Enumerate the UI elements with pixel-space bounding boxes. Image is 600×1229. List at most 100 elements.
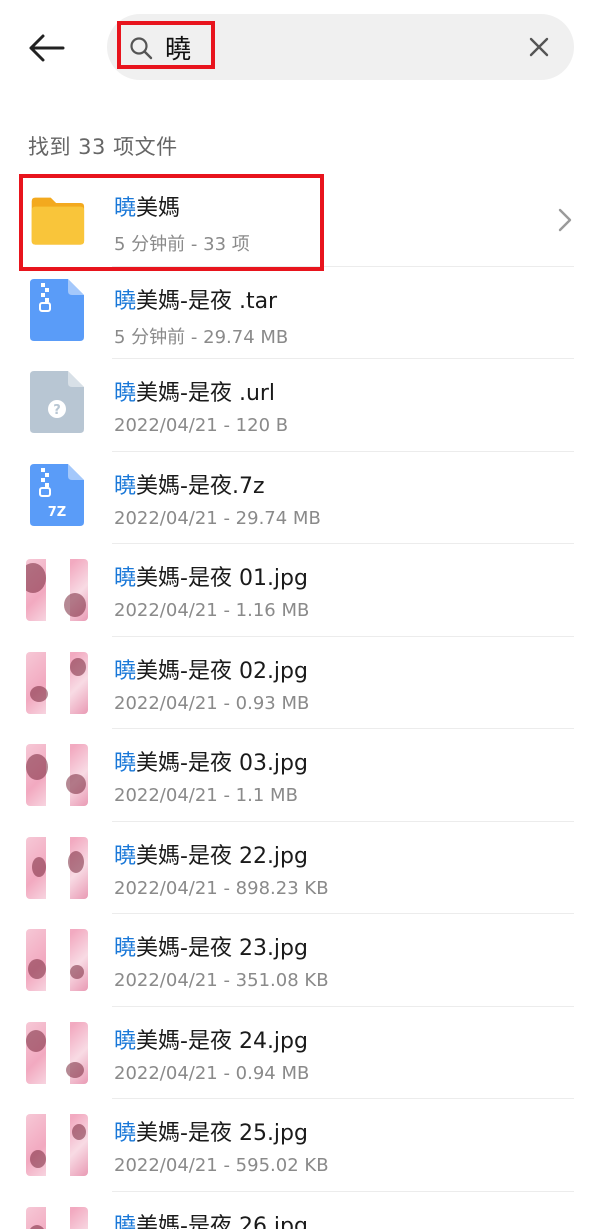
file-name-rest: 美媽-是夜 .url [136, 381, 276, 406]
svg-text:7Z: 7Z [48, 505, 66, 520]
search-match-highlight: 曉 [114, 936, 137, 961]
file-name-rest: 美媽-是夜 26.jpg [136, 1213, 308, 1229]
file-name-rest: 美媽-是夜 01.jpg [136, 566, 308, 591]
search-match-highlight: 曉 [114, 843, 137, 869]
file-row[interactable]: 曉美媽-是夜 26.jpg [0, 1192, 600, 1229]
file-meta: 2022/04/21 - 898.23 KB [114, 877, 329, 899]
file-name-rest: 美媽-是夜 24.jpg [136, 1028, 308, 1054]
back-arrow-icon [29, 34, 65, 62]
back-button[interactable] [22, 28, 70, 68]
file-row[interactable]: 曉美媽-是夜 03.jpg 2022/04/21 - 1.1 MB [0, 729, 600, 822]
file-meta: 2022/04/21 - 1.1 MB [114, 785, 298, 806]
file-name-rest: 美媽-是夜 02.jpg [136, 658, 308, 684]
file-name-rest: 美媽-是夜 22.jpg [136, 843, 308, 869]
file-name: 曉美媽-是夜 .url [114, 375, 275, 407]
thumbnail-border [46, 1114, 70, 1176]
file-name: 曉美媽-是夜.7z [114, 468, 265, 500]
search-match-highlight: 曉 [114, 381, 137, 406]
thumbnail-figure [72, 1124, 86, 1140]
file-meta: 2022/04/21 - 0.93 MB [114, 692, 310, 714]
file-meta: 5 分钟前 - 33 项 [114, 234, 250, 255]
file-row[interactable]: 曉美媽-是夜 24.jpg 2022/04/21 - 0.94 MB [0, 1007, 600, 1099]
file-name: 曉美媽-是夜 23.jpg [114, 930, 308, 962]
file-name: 曉美媽-是夜 26.jpg [114, 1208, 308, 1229]
search-match-highlight: 曉 [114, 751, 137, 776]
thumbnail-figure [66, 774, 86, 794]
thumbnail-figure [30, 1150, 46, 1168]
file-name: 曉美媽-是夜 22.jpg [114, 838, 308, 870]
thumbnail-border [46, 651, 70, 714]
archive-icon [30, 278, 84, 341]
chevron-right-icon [558, 208, 572, 232]
file-row[interactable]: 曉美媽-是夜 22.jpg 2022/04/21 - 898.23 KB [0, 822, 600, 914]
file-name-rest: 美媽-是夜 .tar [136, 288, 278, 314]
7z-archive-icon: 7Z [30, 463, 84, 526]
file-name: 曉美媽-是夜 02.jpg [114, 653, 308, 685]
file-list: 曉美媽 5 分钟前 - 33 项曉美媽-是夜 .tar 5 分钟前 - 29.74 … [0, 174, 600, 1229]
search-match-highlight: 曉 [114, 288, 137, 314]
thumbnail-figure [28, 959, 46, 979]
thumbnail-figure [28, 1224, 46, 1229]
file-name: 曉美媽-是夜 24.jpg [114, 1023, 308, 1055]
image-thumbnail [26, 651, 88, 714]
search-input[interactable] [165, 28, 505, 66]
file-name: 曉美媽-是夜 01.jpg [114, 560, 308, 592]
file-meta: 2022/04/21 - 595.02 KB [114, 1155, 329, 1176]
unknown-file-icon: ? [30, 371, 84, 433]
file-meta: 2022/04/21 - 1.16 MB [114, 600, 310, 621]
thumbnail-figure [26, 563, 46, 593]
search-match-highlight: 曉 [114, 1213, 137, 1229]
file-name-rest: 美媽 [136, 196, 181, 221]
file-row[interactable]: 曉美媽-是夜 02.jpg 2022/04/21 - 0.93 MB [0, 637, 600, 729]
file-name: 曉美媽-是夜 .tar [114, 283, 277, 315]
clear-search-icon[interactable] [526, 34, 552, 60]
file-row[interactable]: 曉美媽-是夜 23.jpg 2022/04/21 - 351.08 KB [0, 914, 600, 1007]
file-name-rest: 美媽-是夜.7z [136, 473, 265, 499]
thumbnail-border [46, 1206, 70, 1229]
file-name: 曉美媽-是夜 03.jpg [114, 745, 308, 777]
file-row[interactable]: 曉美媽-是夜 01.jpg 2022/04/21 - 1.16 MB [0, 544, 600, 637]
thumbnail-figure [68, 850, 84, 873]
svg-text:?: ? [53, 403, 61, 418]
thumbnail-border [46, 929, 70, 991]
thumbnail-figure [70, 965, 84, 979]
thumbnail-figure [66, 1061, 84, 1078]
file-name: 曉美媽 [114, 190, 180, 222]
search-icon [130, 37, 153, 60]
folder-row[interactable]: 曉美媽 5 分钟前 - 33 项 [0, 174, 600, 267]
file-meta: 2022/04/21 - 29.74 MB [114, 507, 321, 529]
image-thumbnail [26, 1206, 88, 1229]
file-row[interactable]: 曉美媽-是夜 25.jpg 2022/04/21 - 595.02 KB [0, 1099, 600, 1192]
image-thumbnail [26, 1021, 88, 1084]
thumbnail-border [46, 836, 70, 899]
file-meta: 2022/04/21 - 120 B [114, 415, 289, 436]
image-thumbnail [26, 559, 88, 621]
file-row[interactable]: 曉美媽-是夜 .tar 5 分钟前 - 29.74 MB [0, 267, 600, 359]
image-thumbnail [26, 836, 88, 899]
file-name-rest: 美媽-是夜 25.jpg [136, 1121, 308, 1146]
thumbnail-figure [64, 593, 86, 617]
search-bar[interactable] [107, 14, 574, 80]
result-count: 找到 33 项文件 [28, 135, 178, 159]
search-match-highlight: 曉 [114, 473, 137, 499]
thumbnail-figure [70, 657, 86, 676]
file-row[interactable]: ? 曉美媽-是夜 .url 2022/04/21 - 120 B [0, 359, 600, 452]
file-row[interactable]: 7Z 曉美媽-是夜.7z 2022/04/21 - 29.74 MB [0, 452, 600, 544]
file-search-screen: 找到 33 项文件 曉美媽5 分钟前 - 33 项曉美媽-是夜 .tar5 分钟… [0, 0, 600, 1229]
file-meta: 2022/04/21 - 351.08 KB [114, 970, 329, 991]
image-thumbnail [26, 929, 88, 991]
thumbnail-figure [26, 754, 48, 780]
file-name: 曉美媽-是夜 25.jpg [114, 1115, 308, 1147]
file-name-rest: 美媽-是夜 23.jpg [136, 936, 308, 961]
search-match-highlight: 曉 [114, 196, 137, 221]
file-meta: 2022/04/21 - 0.94 MB [114, 1062, 310, 1084]
file-name-rest: 美媽-是夜 03.jpg [136, 751, 308, 776]
folder-icon [31, 197, 85, 245]
image-thumbnail [26, 1114, 88, 1176]
thumbnail-figure [32, 856, 46, 877]
image-thumbnail [26, 744, 88, 806]
search-match-highlight: 曉 [114, 1028, 137, 1054]
thumbnail-border [46, 744, 70, 806]
search-match-highlight: 曉 [114, 566, 137, 591]
file-meta: 5 分钟前 - 29.74 MB [114, 326, 289, 348]
